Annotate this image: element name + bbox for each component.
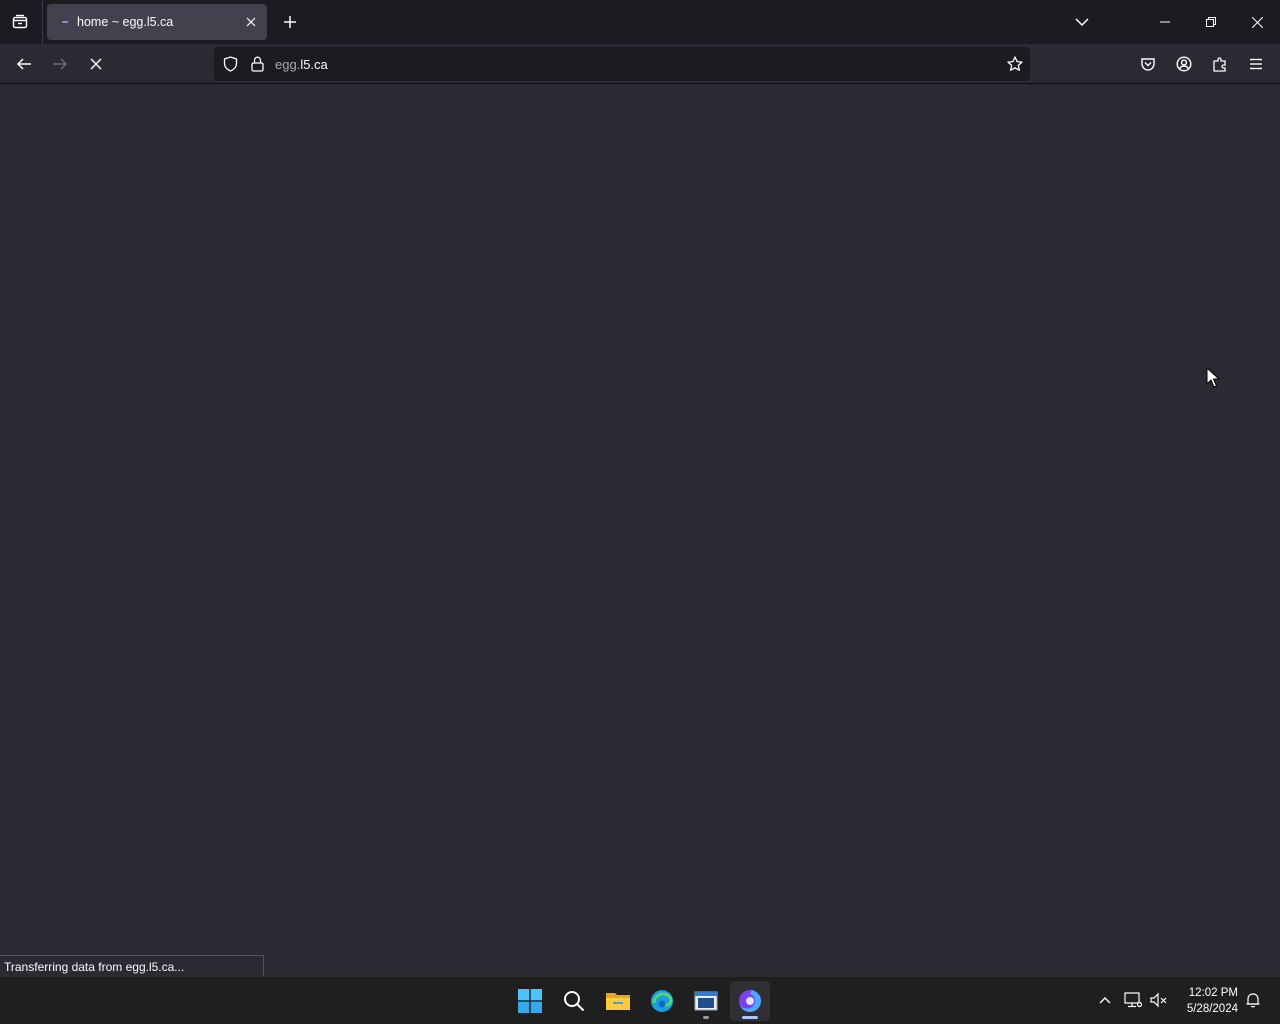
back-button[interactable] (10, 50, 38, 78)
minimize-icon (1160, 21, 1170, 23)
url-bar[interactable]: egg.l5.ca (214, 47, 1030, 81)
new-tab-button[interactable] (278, 10, 302, 34)
taskbar-clock[interactable]: 12:02 PM 5/28/2024 (1172, 985, 1238, 1017)
arrow-left-icon (16, 58, 31, 70)
pocket-icon (1141, 58, 1155, 71)
network-icon[interactable] (1122, 989, 1144, 1011)
start-button[interactable] (510, 981, 550, 1021)
close-window-button[interactable] (1234, 0, 1280, 44)
tab-separator (42, 0, 43, 44)
taskbar-edge[interactable] (642, 981, 682, 1021)
active-indicator (742, 1016, 758, 1019)
url-text[interactable]: egg.l5.ca (275, 57, 328, 72)
close-icon (90, 58, 102, 70)
extensions-button[interactable] (1206, 50, 1234, 78)
forward-button[interactable] (46, 50, 74, 78)
list-all-tabs-button[interactable] (1068, 8, 1096, 36)
tab-manager-icon[interactable] (6, 8, 34, 36)
folder-icon (606, 993, 630, 1010)
puzzle-icon (1213, 57, 1226, 72)
edge-browser-icon (651, 990, 673, 1012)
pocket-button[interactable] (1134, 50, 1162, 78)
search-icon (564, 991, 585, 1012)
account-button[interactable] (1170, 50, 1198, 78)
tab-title: home ~ egg.l5.ca (77, 15, 174, 29)
arrow-right-icon (53, 58, 68, 70)
running-indicator (703, 1016, 709, 1019)
notification-bell-icon[interactable] (1242, 989, 1264, 1011)
volume-muted-icon[interactable] (1148, 989, 1170, 1011)
plus-icon (284, 16, 296, 28)
star-icon[interactable] (1004, 53, 1026, 75)
hamburger-menu-icon (1250, 58, 1262, 70)
chevron-up-icon (1099, 997, 1111, 1004)
main-menu-button[interactable] (1242, 50, 1270, 78)
taskbar-file-explorer[interactable] (598, 981, 638, 1021)
mouse-cursor-icon (1206, 366, 1221, 394)
clock-time: 12:02 PM (1188, 987, 1238, 999)
chevron-down-icon (1075, 18, 1089, 27)
navigation-toolbar: egg.l5.ca (0, 44, 1280, 84)
url-host-prefix: egg. (275, 57, 301, 72)
tab-active[interactable]: home ~ egg.l5.ca (47, 4, 267, 40)
tab-close-icon[interactable] (241, 12, 261, 32)
close-icon (1251, 16, 1263, 28)
windows-logo-icon (518, 989, 542, 1013)
clock-date: 5/28/2024 (1186, 1003, 1238, 1015)
taskbar: 12:02 PM 5/28/2024 (0, 976, 1280, 1024)
status-panel: Transferring data from egg.l5.ca... (0, 955, 264, 977)
taskbar-firefox[interactable] (730, 981, 770, 1021)
taskbar-notepad[interactable] (686, 981, 726, 1021)
minimize-button[interactable] (1142, 0, 1188, 44)
firefox-icon (739, 990, 761, 1012)
restore-button[interactable] (1188, 0, 1234, 44)
url-host-main: l5.ca (300, 57, 328, 72)
account-icon (1176, 56, 1192, 72)
shield-icon[interactable] (220, 54, 240, 74)
tab-strip: home ~ egg.l5.ca (0, 0, 1280, 44)
page-content (0, 85, 1280, 976)
lock-icon[interactable] (247, 54, 267, 74)
notepad-icon (694, 991, 718, 1011)
restore-icon (1206, 17, 1216, 27)
stop-button[interactable] (82, 50, 110, 78)
show-hidden-icons-button[interactable] (1094, 989, 1116, 1011)
taskbar-search-button[interactable] (554, 981, 594, 1021)
loading-throbber-icon (62, 21, 68, 23)
